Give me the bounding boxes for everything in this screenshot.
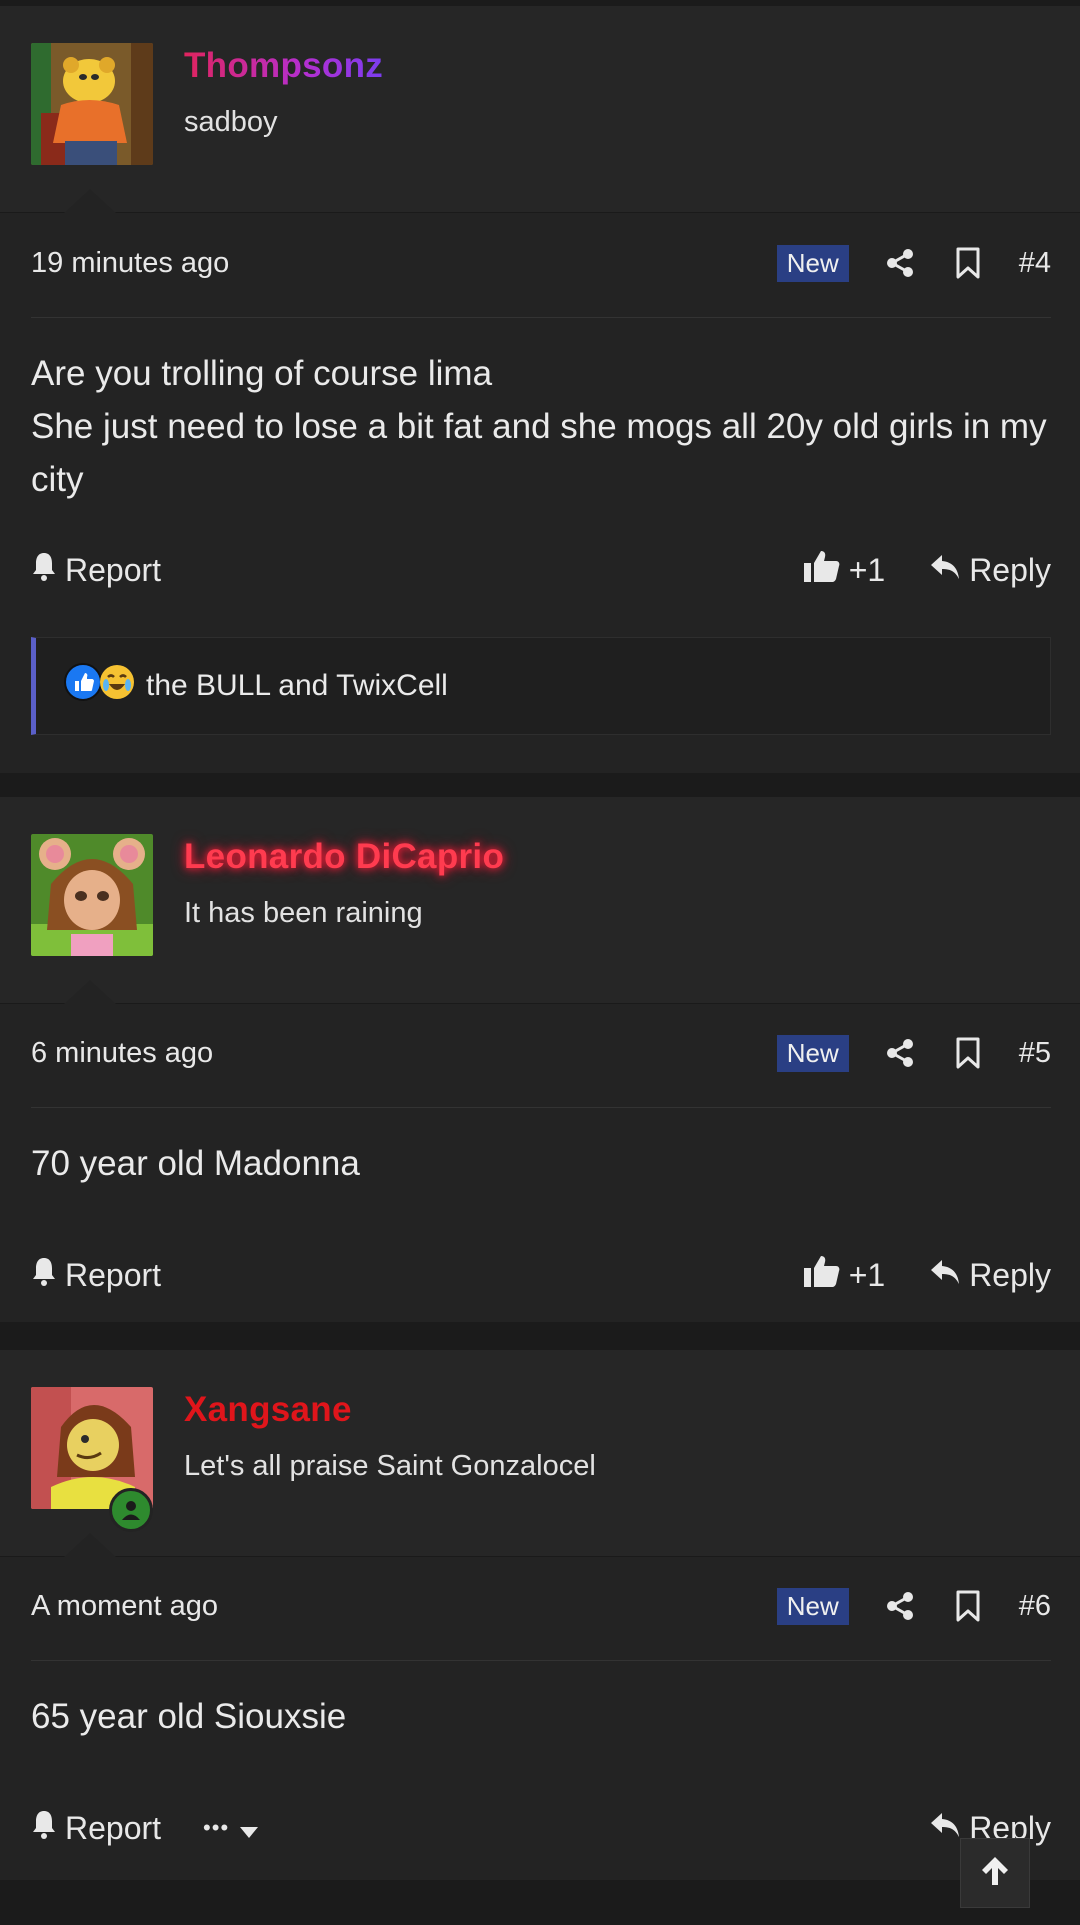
share-icon[interactable]: [883, 246, 917, 280]
post-body: 65 year old Siouxsie: [31, 1690, 1051, 1743]
new-badge: New: [776, 244, 849, 282]
report-button[interactable]: Report: [31, 1256, 161, 1294]
bookmark-icon[interactable]: [951, 1036, 985, 1070]
timestamp[interactable]: A moment ago: [31, 1590, 218, 1623]
post-actions: Report +1 Reply: [31, 1253, 1051, 1297]
like-button[interactable]: +1: [803, 1254, 885, 1296]
post-number[interactable]: #4: [1019, 247, 1051, 280]
post-number[interactable]: #6: [1019, 1590, 1051, 1623]
username[interactable]: Leonardo DiCaprio: [184, 837, 504, 877]
report-label: Report: [65, 1256, 162, 1293]
bell-icon: [31, 551, 57, 589]
username[interactable]: Xangsane: [184, 1390, 352, 1430]
bell-icon: [31, 1809, 57, 1847]
post-meta: A moment ago New #6: [31, 1586, 1051, 1626]
like-count: +1: [848, 551, 886, 588]
reply-label: Reply: [969, 551, 1051, 588]
like-count: +1: [848, 1256, 886, 1293]
crying-laugh-reaction-icon: [98, 663, 136, 709]
reply-icon: [929, 1257, 961, 1294]
bell-icon: [31, 1256, 57, 1294]
thumbs-up-icon: [803, 1254, 841, 1296]
reactions-bar[interactable]: the BULL and TwixCell: [31, 637, 1051, 735]
more-label: •••: [203, 1815, 230, 1840]
avatar[interactable]: [31, 834, 153, 956]
share-icon[interactable]: [883, 1036, 917, 1070]
post-header: Thompsonz sadboy: [0, 6, 1080, 213]
post-body: Are you trolling of course lima She just…: [31, 347, 1051, 506]
post-actions: Report ••• Reply: [31, 1806, 1051, 1850]
timestamp[interactable]: 19 minutes ago: [31, 247, 229, 280]
more-options-button[interactable]: •••: [203, 1810, 259, 1847]
timestamp[interactable]: 6 minutes ago: [31, 1037, 213, 1070]
new-badge: New: [776, 1034, 849, 1072]
post-body-line: 70 year old Madonna: [31, 1144, 360, 1183]
new-badge: New: [776, 1587, 849, 1625]
user-title: sadboy: [184, 106, 278, 138]
post-5: Leonardo DiCaprio It has been raining 6 …: [0, 797, 1080, 1322]
reply-label: Reply: [969, 1256, 1051, 1293]
post-meta: 19 minutes ago New #4: [31, 243, 1051, 283]
bookmark-icon[interactable]: [951, 246, 985, 280]
post-header: Xangsane Let's all praise Saint Gonzaloc…: [0, 1350, 1080, 1557]
report-label: Report: [65, 1809, 162, 1846]
like-button[interactable]: +1: [803, 549, 885, 591]
post-meta: 6 minutes ago New #5: [31, 1033, 1051, 1073]
chevron-down-icon: [239, 1810, 259, 1847]
post-6: Xangsane Let's all praise Saint Gonzaloc…: [0, 1350, 1080, 1880]
report-button[interactable]: Report: [31, 551, 161, 589]
share-icon[interactable]: [883, 1589, 917, 1623]
scroll-to-top-button[interactable]: [960, 1838, 1030, 1908]
reply-icon: [929, 1810, 961, 1847]
reply-button[interactable]: Reply: [929, 1257, 1051, 1294]
arrow-up-icon: [978, 1854, 1012, 1893]
user-title: Let's all praise Saint Gonzalocel: [184, 1450, 596, 1482]
divider: [31, 1107, 1051, 1108]
post-number[interactable]: #5: [1019, 1037, 1051, 1070]
post-header: Leonardo DiCaprio It has been raining: [0, 797, 1080, 1004]
bookmark-icon[interactable]: [951, 1589, 985, 1623]
post-body-line: She just need to lose a bit fat and she …: [31, 407, 1047, 499]
reply-icon: [929, 552, 961, 589]
report-label: Report: [65, 551, 162, 588]
like-reaction-icon: [64, 663, 102, 709]
reactions-text[interactable]: the BULL and TwixCell: [146, 669, 448, 703]
divider: [31, 1660, 1051, 1661]
post-actions: Report +1 Reply: [31, 548, 1051, 592]
thumbs-up-icon: [803, 549, 841, 591]
post-body-line: 65 year old Siouxsie: [31, 1697, 347, 1736]
post-body-line: Are you trolling of course lima: [31, 354, 493, 393]
user-title: It has been raining: [184, 897, 423, 929]
post-body: 70 year old Madonna: [31, 1137, 1051, 1190]
post-4: Thompsonz sadboy 19 minutes ago New #4 A…: [0, 6, 1080, 773]
username[interactable]: Thompsonz: [184, 46, 383, 86]
report-button[interactable]: Report: [31, 1809, 161, 1847]
reaction-icons: [64, 663, 136, 709]
avatar[interactable]: [31, 43, 153, 165]
online-status-icon: [109, 1488, 153, 1532]
reply-button[interactable]: Reply: [929, 552, 1051, 589]
divider: [31, 317, 1051, 318]
